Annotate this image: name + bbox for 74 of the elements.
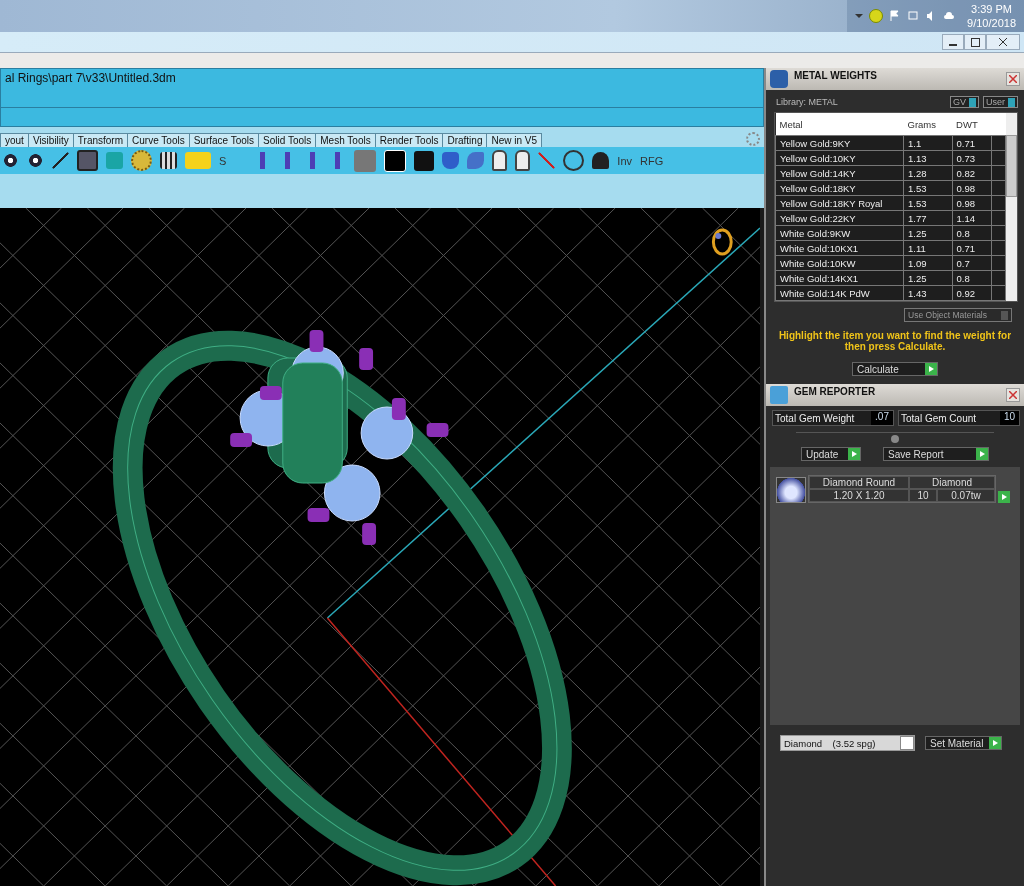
library-label: Library: METAL xyxy=(776,97,838,107)
gem-shape: Diamond Round xyxy=(809,476,909,489)
toolbar-tool-icon[interactable] xyxy=(515,150,531,171)
field-label: Total Gem Weight xyxy=(775,412,855,424)
settings-icon[interactable] xyxy=(746,131,760,146)
minimize-button[interactable] xyxy=(942,34,964,50)
library-toggle[interactable]: GV xyxy=(949,96,979,108)
instruction-text: Highlight the item you want to find the weight for then press Calculate. xyxy=(777,329,1013,354)
field-label: Total Gem Count xyxy=(901,412,977,424)
save-report-button[interactable]: Save Report xyxy=(883,447,989,461)
toolbar-label[interactable]: Inv xyxy=(617,154,633,167)
gem-material: Diamond xyxy=(909,476,995,489)
gem-weight: 0.07tw xyxy=(937,489,995,502)
toolbar-tool-icon[interactable] xyxy=(27,152,44,169)
restore-button[interactable] xyxy=(964,34,986,50)
toolbar-tool-icon[interactable] xyxy=(160,152,177,169)
toolbar-tab[interactable]: Visibility xyxy=(27,133,74,147)
splitter-handle[interactable] xyxy=(891,435,899,443)
restore-icon xyxy=(970,37,980,47)
set-material-button[interactable]: Set Material xyxy=(925,736,1003,750)
dropdown-value: Diamond (3.52 spg) xyxy=(784,737,876,749)
file-path: al Rings\part 7\v33\Untitled.3dm xyxy=(5,71,176,85)
toolbar-tab[interactable]: Curve Tools xyxy=(127,133,190,147)
gem-count: 10 xyxy=(909,489,937,502)
close-icon xyxy=(1009,75,1017,83)
column-header[interactable]: DWT xyxy=(952,113,992,136)
close-button[interactable] xyxy=(986,34,1020,50)
cloud-icon[interactable] xyxy=(943,10,956,22)
field-value: .07 xyxy=(871,411,893,425)
toolbar-tab[interactable]: Surface Tools xyxy=(188,133,260,147)
toolbar-label[interactable]: RFG xyxy=(640,154,664,167)
scrollbar[interactable] xyxy=(1006,113,1017,301)
monitor-icon[interactable] xyxy=(907,10,920,22)
play-icon xyxy=(989,737,1002,749)
gem-icon xyxy=(776,477,806,503)
toolbar-tab[interactable]: Mesh Tools xyxy=(315,133,376,147)
panel-title: GEM REPORTER xyxy=(794,385,877,397)
toolbar-tool-icon[interactable] xyxy=(492,150,508,171)
ring-thumbnail-icon[interactable] xyxy=(711,228,733,256)
toolbar-tab[interactable]: Render Tools xyxy=(374,133,444,147)
toolbar-tool-icon[interactable] xyxy=(2,152,19,169)
column-header[interactable]: Metal xyxy=(775,113,904,136)
close-icon xyxy=(1009,391,1017,399)
table-cell: 1.1 xyxy=(903,135,953,151)
toolbar-tool-icon[interactable] xyxy=(592,152,610,169)
use-object-materials-toggle[interactable]: Use Object Materials xyxy=(904,308,1012,322)
toolbar-tab[interactable]: New in V5 xyxy=(486,133,542,147)
play-icon xyxy=(925,363,937,375)
calculate-button[interactable]: Calculate xyxy=(852,362,938,376)
column-header[interactable]: Grams xyxy=(903,113,953,136)
toolbar-tab[interactable]: Solid Tools xyxy=(258,133,317,147)
toolbar-tab[interactable]: yout xyxy=(0,133,29,147)
play-icon xyxy=(976,448,988,460)
gem-size: 1.20 X 1.20 xyxy=(809,489,909,502)
toolbar-tab[interactable]: Drafting xyxy=(442,133,488,147)
play-button[interactable] xyxy=(998,491,1010,503)
table-cell: 0.71 xyxy=(952,135,992,151)
status-icon[interactable] xyxy=(869,9,884,23)
library-toggle[interactable]: User xyxy=(983,96,1018,108)
close-icon xyxy=(998,38,1008,46)
toolbar-tool-icon[interactable] xyxy=(563,150,585,171)
material-dropdown[interactable]: Diamond (3.52 spg) xyxy=(780,735,915,751)
play-icon xyxy=(848,448,860,460)
toolbar-tab[interactable]: Transform xyxy=(72,133,129,147)
command-prompt-field[interactable] xyxy=(0,108,764,127)
field-value: 10 xyxy=(999,411,1019,425)
toolbar-label[interactable]: S xyxy=(219,154,227,167)
table-cell: Yellow Gold:9KY xyxy=(775,135,904,151)
toolbar-tool-icon[interactable] xyxy=(414,150,435,171)
panel-title: METAL WEIGHTS xyxy=(794,69,878,81)
flag-icon[interactable] xyxy=(889,10,902,22)
scroll-thumb[interactable] xyxy=(1006,135,1017,197)
update-button[interactable]: Update xyxy=(801,447,861,461)
minimize-icon xyxy=(949,44,957,46)
